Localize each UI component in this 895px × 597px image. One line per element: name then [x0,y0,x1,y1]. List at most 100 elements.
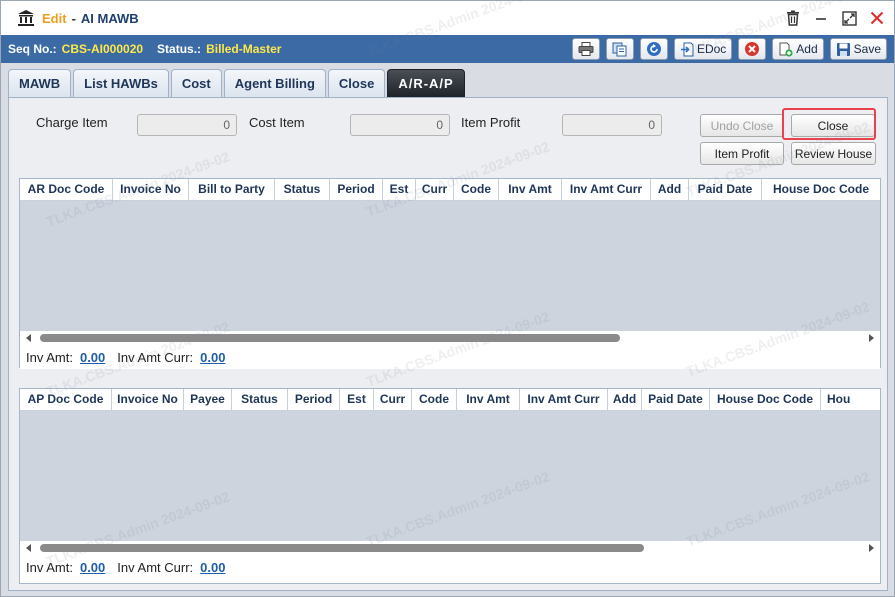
tab-cost[interactable]: Cost [170,69,222,97]
tab-list-hawbs[interactable]: List HAWBs [73,69,169,97]
ap-col-period[interactable]: Period [288,389,340,410]
ar-inv-amt-value[interactable]: 0.00 [80,350,105,365]
edoc-button[interactable]: EDoc [673,38,733,60]
copy-button[interactable] [605,38,634,60]
trash-icon [787,10,799,26]
scroll-left-icon[interactable] [24,543,34,553]
bank-icon [18,10,34,26]
ap-col-inv-amt-curr[interactable]: Inv Amt Curr [520,389,608,410]
ar-col-status[interactable]: Status [275,179,330,200]
ap-grid-body [20,411,880,541]
ap-col-curr[interactable]: Curr [374,389,412,410]
window-title: AI MAWB [80,10,139,26]
cancel-icon [745,42,760,56]
save-label: Save [853,42,881,56]
ar-col-curr[interactable]: Curr [416,179,454,200]
ar-grid-header: AR Doc Code Invoice No Bill to Party Sta… [20,179,880,201]
print-button[interactable] [571,38,600,60]
ap-horizontal-scrollbar[interactable] [20,541,880,555]
ar-grid-footer: Inv Amt: 0.00 Inv Amt Curr: 0.00 [20,345,880,369]
ap-col-add[interactable]: Add [608,389,642,410]
ap-inv-amt-value[interactable]: 0.00 [80,560,105,575]
ap-col-inv-amt[interactable]: Inv Amt [457,389,520,410]
ar-inv-amt-curr-value[interactable]: 0.00 [200,350,225,365]
ar-col-paid-date[interactable]: Paid Date [689,179,762,200]
ap-inv-amt-label: Inv Amt: [26,559,73,575]
tab-ar-ap[interactable]: A/R-A/P [387,69,465,97]
refresh-button[interactable] [639,38,668,60]
document-import-icon [680,42,694,56]
ap-col-doc-code[interactable]: AP Doc Code [20,389,112,410]
ar-grid-body [20,201,880,331]
ap-col-payee[interactable]: Payee [184,389,232,410]
tab-close[interactable]: Close [327,69,386,97]
ar-col-invoice-no[interactable]: Invoice No [113,179,189,200]
ap-col-code[interactable]: Code [412,389,457,410]
ar-col-bill-to-party[interactable]: Bill to Party [189,179,275,200]
item-profit-button[interactable]: Item Profit [700,142,784,165]
delete-button[interactable] [784,9,802,27]
ap-col-est[interactable]: Est [340,389,374,410]
cost-item-field[interactable]: 0 [350,114,450,136]
ar-col-est[interactable]: Est [383,179,416,200]
scroll-right-icon[interactable] [866,333,876,343]
item-profit-field[interactable]: 0 [562,114,662,136]
ar-ap-panel: Charge Item 0 Cost Item 0 Item Profit 0 … [8,97,888,591]
scroll-right-icon[interactable] [866,543,876,553]
ar-col-period[interactable]: Period [330,179,383,200]
tab-mawb[interactable]: MAWB [8,69,72,97]
item-profit-label: Item Profit [461,115,521,130]
seq-no-label: Seq No.: [8,42,57,56]
close-icon [870,11,884,25]
save-button[interactable]: Save [829,38,887,60]
maximize-button[interactable] [840,9,858,27]
ap-col-paid-date[interactable]: Paid Date [642,389,710,410]
review-house-button[interactable]: Review House [791,142,876,165]
ar-grid: AR Doc Code Invoice No Bill to Party Sta… [19,178,881,369]
ar-col-inv-amt[interactable]: Inv Amt [499,179,562,200]
ap-col-status[interactable]: Status [232,389,288,410]
cost-item-label: Cost Item [249,115,305,130]
tab-strip: MAWB List HAWBs Cost Agent Billing Close… [8,69,465,97]
undo-close-button[interactable]: Undo Close [700,114,784,137]
cancel-button[interactable] [738,38,767,60]
charge-item-field[interactable]: 0 [137,114,237,136]
ap-col-invoice-no[interactable]: Invoice No [112,389,184,410]
charge-item-label: Charge Item [36,115,108,130]
ar-col-inv-amt-curr[interactable]: Inv Amt Curr [562,179,651,200]
tab-agent-billing[interactable]: Agent Billing [223,69,326,97]
close-button[interactable]: Close [791,114,875,137]
title-bar: Edit - AI MAWB [1,1,894,35]
ar-col-house-doc-code[interactable]: House Doc Code [762,179,880,200]
ap-inv-amt-curr-label: Inv Amt Curr: [117,559,194,575]
scroll-left-icon[interactable] [24,333,34,343]
close-window-button[interactable] [868,9,886,27]
edoc-label: EDoc [696,42,727,56]
edit-window: Edit - AI MAWB Seq No.: CBS-AI000020 Sta… [0,0,895,597]
status-value: Billed-Master [206,42,282,56]
ap-grid: AP Doc Code Invoice No Payee Status Peri… [19,388,881,584]
ar-col-add[interactable]: Add [651,179,689,200]
ar-inv-amt-label: Inv Amt: [26,349,73,365]
ar-col-code[interactable]: Code [454,179,499,200]
ar-horizontal-scrollbar[interactable] [20,331,880,345]
ap-scroll-thumb[interactable] [40,544,644,552]
refresh-icon [646,42,661,56]
ar-inv-amt-curr-label: Inv Amt Curr: [117,349,194,365]
window-controls [784,9,886,27]
minimize-button[interactable] [812,9,830,27]
ap-col-house-doc-code[interactable]: House Doc Code [710,389,821,410]
ap-inv-amt-curr-value[interactable]: 0.00 [200,560,225,575]
add-label: Add [796,42,818,56]
ap-grid-header: AP Doc Code Invoice No Payee Status Peri… [20,389,880,411]
add-button[interactable]: Add [772,38,824,60]
copy-icon [612,42,627,56]
minimize-icon [816,18,826,20]
toolbar: EDoc Add Save [571,38,887,60]
ap-grid-footer: Inv Amt: 0.00 Inv Amt Curr: 0.00 [20,555,880,579]
ar-scroll-thumb[interactable] [40,334,620,342]
tab-container: MAWB List HAWBs Cost Agent Billing Close… [1,63,894,596]
seq-no-value: CBS-AI000020 [61,42,144,56]
ap-col-hou[interactable]: Hou [821,389,871,410]
ar-col-doc-code[interactable]: AR Doc Code [20,179,113,200]
